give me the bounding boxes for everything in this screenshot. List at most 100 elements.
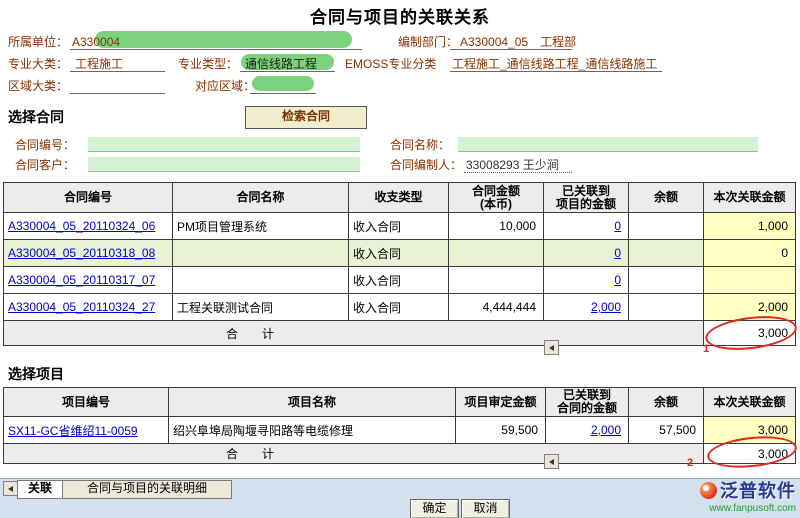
project-col-balance: 余额 [629,388,704,417]
project-balance-cell: 57,500 [629,417,704,444]
project-no-cell: SX11-GC省维绍11-0059 [4,417,169,444]
contract-col-no: 合同编号 [4,183,173,213]
contract-col-current: 本次关联金额 [704,183,796,213]
page-title: 合同与项目的关联关系 [0,3,800,28]
contract-customer-label: 合同客户： [15,158,75,172]
project-approved-cell: 59,500 [456,417,546,444]
contract-linked-cell: 0 [544,213,629,240]
project-table: 项目编号 项目名称 项目审定金额 已关联到 合同的金额 余额 本次关联金额 SX… [3,387,796,464]
contract-linked-cell: 0 [544,267,629,294]
contract-type-cell: 收入合同 [349,267,449,294]
contract-type-cell: 收入合同 [349,240,449,267]
owner-unit-value: A330004 [72,35,120,49]
scroll-left-icon [549,459,554,465]
contract-type-cell: 收入合同 [349,294,449,321]
contract-no-link[interactable]: A330004_05_20110318_08 [8,246,155,260]
search-contract-button[interactable]: 检索合同 [245,106,367,129]
project-total-label: 合 计 [4,444,704,464]
project-name-cell: 绍兴阜埠局陶堰寻阳路等电缆修理 [169,417,456,444]
project-col-current: 本次关联金额 [704,388,796,417]
contract-section-title: 选择合同 [8,107,64,127]
contract-name-cell: 工程关联测试合同 [173,294,349,321]
contract-col-name: 合同名称 [173,183,349,213]
contract-linked-link[interactable]: 0 [614,219,621,233]
contract-name-cell [173,240,349,267]
project-section-title: 选择项目 [8,364,64,384]
contract-no-input[interactable] [88,137,360,152]
fanpu-logo: 泛普软件 www.fanpusoft.com [648,477,796,514]
contract-project-association-window: 合同与项目的关联关系 所属单位： A330004 编制部门： A330004_0… [0,0,800,518]
contract-current-amount-cell[interactable] [704,267,796,294]
contract-amount-cell: 10,000 [449,213,544,240]
contract-table-footer-row: 合 计 3,000 [4,321,796,346]
major-category-value: 工程施工 [75,57,123,71]
annotation-mark-1: 1 [703,343,709,355]
contract-author-label: 合同编制人： [390,158,462,172]
contract-linked-cell: 0 [544,240,629,267]
major-type-label: 专业类型： [178,57,238,71]
contract-no-link[interactable]: A330004_05_20110317_07 [8,273,155,287]
contract-no-cell: A330004_05_20110324_27 [4,294,173,321]
emoss-category-label: EMOSS专业分类 [345,57,436,71]
contract-amount-cell: 4,444,444 [449,294,544,321]
contract-col-amount: 合同金额 (本币) [449,183,544,213]
project-linked-link[interactable]: 2,000 [591,423,621,437]
project-col-no: 项目编号 [4,388,169,417]
tab-association[interactable]: 关联 [17,480,63,499]
contract-linked-link[interactable]: 2,000 [591,300,621,314]
field-underline [70,93,165,94]
field-underline [450,49,572,50]
contract-no-link[interactable]: A330004_05_20110324_27 [8,300,155,314]
highlight-marker-region [252,76,314,91]
cancel-button[interactable]: 取消 [461,499,510,518]
contract-type-cell: 收入合同 [349,213,449,240]
contract-name-cell: PM项目管理系统 [173,213,349,240]
contract-table-row: A330004_05_20110317_07 收入合同 0 [4,267,796,294]
contract-linked-link[interactable]: 0 [614,273,621,287]
project-table-scroll-left[interactable] [544,454,559,469]
annotation-mark-2: 2 [687,457,693,469]
contract-table-scroll-left[interactable] [544,340,559,355]
contract-table: 合同编号 合同名称 收支类型 合同金额 (本币) 已关联到 项目的金额 余额 本… [3,182,796,346]
scroll-left-icon [549,345,554,351]
project-no-link[interactable]: SX11-GC省维绍11-0059 [8,424,138,438]
contract-balance-cell [629,267,704,294]
project-col-linked: 已关联到 合同的金额 [546,388,629,417]
contract-customer-input[interactable] [88,157,360,172]
dept-value: A330004_05 工程部 [460,35,576,49]
contract-table-row: A330004_05_20110324_06 PM项目管理系统 收入合同 10,… [4,213,796,240]
ok-button[interactable]: 确定 [410,499,459,518]
contract-balance-cell [629,294,704,321]
fanpu-logo-icon [700,482,717,499]
scroll-left-icon [8,486,13,492]
major-type-value: 通信线路工程 [245,57,317,71]
contract-balance-cell [629,213,704,240]
contract-linked-link[interactable]: 0 [614,246,621,260]
contract-no-cell: A330004_05_20110318_08 [4,240,173,267]
project-linked-cell: 2,000 [546,417,629,444]
contract-col-linked: 已关联到 项目的金额 [544,183,629,213]
field-underline [464,172,572,173]
major-category-label: 专业大类： [8,57,68,71]
contract-name-cell [173,267,349,294]
contract-no-link[interactable]: A330004_05_20110324_06 [8,219,155,233]
emoss-category-value: 工程施工_通信线路工程_通信线路施工 [452,57,657,71]
contract-table-row: A330004_05_20110318_08 收入合同 0 0 [4,240,796,267]
project-table-header-row: 项目编号 项目名称 项目审定金额 已关联到 合同的金额 余额 本次关联金额 [4,388,796,417]
tab-association-detail[interactable]: 合同与项目的关联明细 [62,480,232,499]
contract-balance-cell [629,240,704,267]
contract-table-header-row: 合同编号 合同名称 收支类型 合同金额 (本币) 已关联到 项目的金额 余额 本… [4,183,796,213]
field-underline [70,71,165,72]
region-category-label: 区域大类： [8,79,68,93]
contract-author-value: 33008293 王少涧 [466,158,559,172]
field-underline [70,49,362,50]
contract-total-label: 合 计 [4,321,704,346]
contract-no-cell: A330004_05_20110324_06 [4,213,173,240]
dept-label: 编制部门： [398,35,458,49]
tab-scroll-left[interactable] [3,481,18,496]
contract-name-input[interactable] [458,137,758,152]
project-col-approved: 项目审定金额 [456,388,546,417]
contract-current-amount-cell[interactable]: 1,000 [704,213,796,240]
field-underline [450,71,662,72]
contract-current-amount-cell[interactable]: 0 [704,240,796,267]
